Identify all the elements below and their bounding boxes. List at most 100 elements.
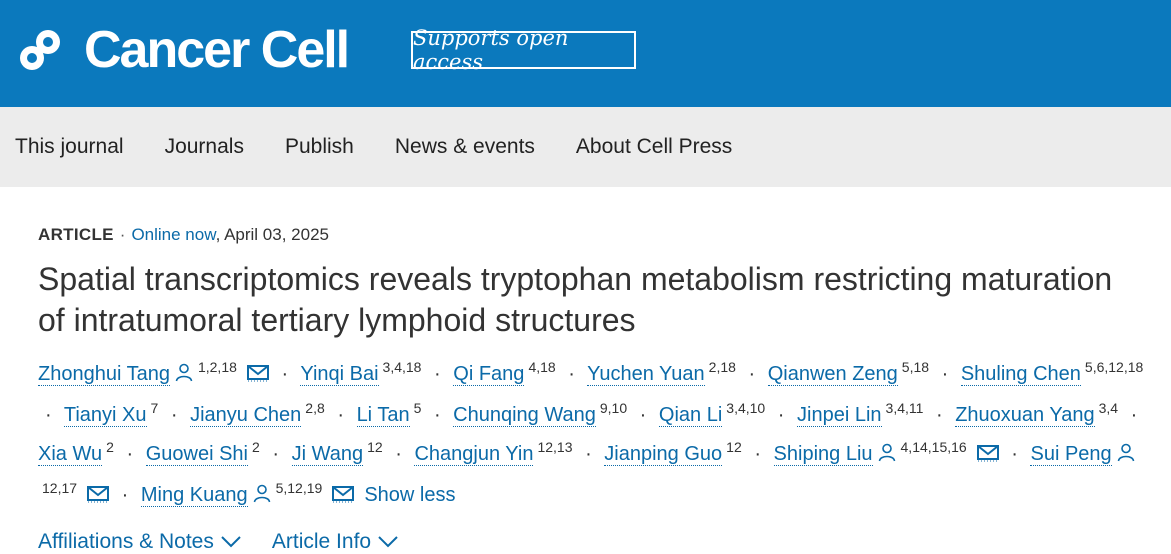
affiliation-numbers: 5,12,19 [275, 480, 323, 497]
cell-press-logo-icon [20, 30, 60, 70]
author-name-link[interactable]: Qianwen Zeng [767, 362, 898, 386]
author-separator: · [754, 442, 761, 465]
author-item: Ji Wang 12 [291, 439, 383, 466]
author-name-link[interactable]: Jianyu Chen [190, 403, 302, 427]
chevron-down-icon [378, 535, 398, 548]
author-item: Jinpei Lin 3,4,11 [797, 400, 923, 427]
author-item: Changjun Yin 12,13 [414, 439, 573, 466]
author-name-link[interactable]: Sui Peng [1030, 442, 1112, 466]
author-name-link[interactable]: Guowei Shi [145, 442, 248, 466]
affiliation-numbers: 12 [726, 439, 742, 456]
author-item: Tianyi Xu 7 [63, 400, 158, 427]
affiliation-numbers: 3,4,10 [726, 400, 766, 417]
affiliation-numbers: 5 [413, 400, 422, 417]
author-name-link[interactable]: Shiping Liu [773, 442, 873, 466]
author-name-link[interactable]: Zhuoxuan Yang [955, 403, 1095, 427]
nav-publish[interactable]: Publish [285, 135, 354, 159]
author-item: Jianyu Chen 2,8 [190, 400, 325, 427]
cancer-cell-logo[interactable]: Cancer Cell [16, 24, 350, 76]
main-nav: This journal Journals Publish News & eve… [0, 107, 1171, 187]
affiliation-numbers: 9,10 [599, 400, 628, 417]
nav-about-cell-press[interactable]: About Cell Press [576, 135, 732, 159]
email-icon[interactable] [332, 481, 355, 514]
author-item: Qian Li 3,4,10 [658, 400, 765, 427]
author-separator: · [126, 442, 134, 465]
author-item: Shuling Chen 5,6,12,18 [960, 359, 1143, 386]
author-name-link[interactable]: Yuchen Yuan [587, 362, 705, 386]
affiliation-numbers: 2 [106, 439, 114, 456]
author-name-link[interactable]: Xia Wu [38, 442, 103, 466]
affiliation-numbers: 3,4,18 [382, 359, 422, 375]
author-name-link[interactable]: Chunqing Wang [453, 403, 596, 427]
author-name-link[interactable]: Shuling Chen [960, 362, 1081, 386]
affiliation-numbers: 7 [150, 400, 159, 417]
author-separator: · [170, 403, 178, 426]
affiliation-numbers: 12 [367, 439, 383, 456]
online-now-label: Online now [131, 225, 216, 244]
article-info-label: Article Info [271, 529, 372, 553]
author-item: Shiping Liu 4,14,15,16 [773, 439, 999, 466]
affiliation-numbers: 5,18 [901, 359, 930, 375]
person-icon[interactable] [252, 481, 272, 514]
affiliation-numbers: 3,4 [1098, 400, 1119, 417]
author-name-link[interactable]: Li Tan [356, 403, 410, 427]
affiliations-notes-toggle[interactable]: Affiliations & Notes [38, 530, 242, 554]
author-item: Xia Wu 2 [38, 439, 114, 466]
author-list: Zhonghui Tang 1,2,18 · Yinqi Bai 3,4,18 · … [38, 351, 1168, 514]
email-icon[interactable] [976, 440, 999, 473]
author-separator: · [941, 362, 949, 385]
chevron-down-icon [221, 535, 241, 548]
author-separator: · [585, 442, 592, 465]
author-separator: · [935, 403, 943, 426]
affiliation-numbers: 12,13 [537, 439, 573, 456]
affiliation-numbers: 4,14,15,16 [900, 439, 967, 456]
affiliation-numbers: 5,6,12,18 [1084, 359, 1144, 375]
affiliation-numbers: 12,17 [42, 480, 78, 497]
author-separator: · [337, 403, 344, 426]
email-icon[interactable] [246, 360, 269, 393]
meta-separator: · [119, 225, 126, 244]
author-name-link[interactable]: Jinpei Lin [797, 403, 882, 427]
email-icon[interactable] [87, 481, 110, 514]
affiliation-numbers: 3,4,11 [885, 400, 924, 417]
show-less-link[interactable]: Show less [364, 484, 455, 506]
article-meta: ARTICLE · Online now, April 03, 2025 [38, 225, 1171, 245]
affiliation-numbers: 4,18 [528, 359, 556, 375]
author-separator: · [568, 362, 575, 385]
author-name-link[interactable]: Ji Wang [291, 442, 364, 466]
author-separator: · [1130, 403, 1138, 426]
author-name-link[interactable]: Changjun Yin [414, 442, 534, 466]
author-name-link[interactable]: Ming Kuang [140, 484, 248, 508]
nav-journals[interactable]: Journals [165, 135, 244, 159]
author-separator: · [121, 484, 129, 507]
open-access-badge[interactable]: Supports open access [411, 26, 636, 74]
author-separator: · [639, 403, 647, 426]
person-icon[interactable] [174, 360, 194, 393]
author-name-link[interactable]: Qi Fang [453, 362, 525, 386]
author-item: Jianping Guo 12 [604, 439, 742, 466]
author-name-link[interactable]: Jianping Guo [604, 442, 723, 466]
author-separator: · [281, 362, 289, 385]
article-header: ARTICLE · Online now, April 03, 2025 Spati… [0, 187, 1171, 554]
person-icon[interactable] [1116, 440, 1136, 473]
affiliation-numbers: 2 [251, 439, 260, 456]
affiliation-numbers: 2,18 [708, 359, 736, 375]
author-item: Yuchen Yuan 2,18 [587, 359, 736, 386]
author-name-link[interactable]: Tianyi Xu [63, 403, 147, 427]
affiliation-numbers: 1,2,18 [197, 359, 237, 375]
author-item: Qianwen Zeng 5,18 [767, 359, 929, 386]
article-info-toggle[interactable]: Article Info [272, 530, 399, 554]
author-name-link[interactable]: Qian Li [658, 403, 723, 427]
author-item: Zhuoxuan Yang 3,4 [955, 400, 1118, 427]
publication-date: , April 03, 2025 [215, 225, 329, 244]
person-icon[interactable] [877, 440, 897, 473]
article-title: Spatial transcriptomics reveals tryptoph… [38, 261, 1113, 338]
nav-news-events[interactable]: News & events [395, 135, 535, 159]
nav-this-journal[interactable]: This journal [15, 135, 124, 159]
author-name-link[interactable]: Zhonghui Tang [38, 362, 170, 386]
author-name-link[interactable]: Yinqi Bai [300, 362, 379, 386]
site-header: Cancer Cell Supports open access [0, 0, 1171, 107]
author-separator: · [272, 442, 280, 465]
author-item: Yinqi Bai 3,4,18 [300, 359, 421, 386]
affiliation-numbers: 2,8 [305, 400, 325, 417]
